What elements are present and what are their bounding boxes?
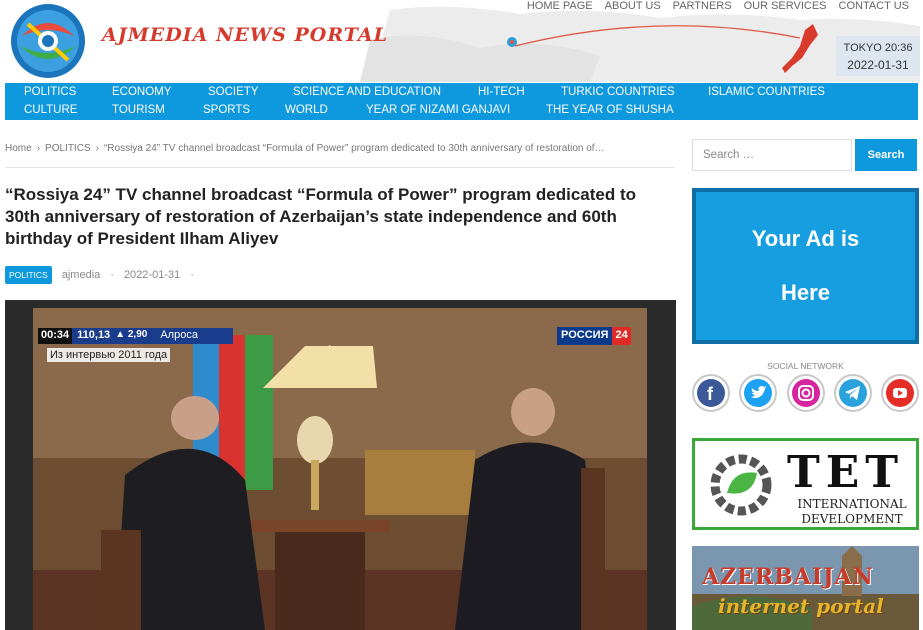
telegram-icon[interactable] xyxy=(833,374,872,412)
site-header: AJMEDIA NEWS PORTAL HOME PAGE ABOUT US P… xyxy=(0,0,923,82)
article-title: “Rossiya 24” TV channel broadcast “Formu… xyxy=(5,185,637,248)
search-input[interactable]: Search … xyxy=(692,139,852,171)
article-author[interactable]: ajmedia xyxy=(62,269,101,281)
nav-politics[interactable]: POLITICS xyxy=(24,86,76,98)
top-nav-partners[interactable]: PARTNERS xyxy=(673,0,732,12)
nav-islamic-countries[interactable]: ISLAMIC COUNTRIES xyxy=(708,86,825,98)
site-title[interactable]: AJMEDIA NEWS PORTAL xyxy=(102,24,388,46)
breadcrumb-separator-icon: › xyxy=(36,143,41,154)
article-date: 2022-01-31 xyxy=(123,269,181,281)
clock-city-time: TOKYO 20:36 xyxy=(843,42,913,54)
article-meta: POLITICS ajmedia · 2022-01-31 · xyxy=(5,266,194,284)
world-clock: TOKYO 20:36 2022-01-31 xyxy=(836,36,920,76)
channel-logo: РОССИЯ 24 xyxy=(557,327,631,345)
channel-name: РОССИЯ xyxy=(557,327,613,345)
video-caption: Из интервью 2011 года xyxy=(47,348,171,362)
breadcrumb: Home › POLITICS › “Rossiya 24” TV channel br… xyxy=(5,143,605,154)
tet-letters: TET xyxy=(787,447,905,498)
twitter-icon[interactable] xyxy=(739,374,778,412)
top-nav-contact[interactable]: CONTACT US xyxy=(839,0,910,12)
tet-banner[interactable]: TET INTERNATIONAL DEVELOPMENT xyxy=(692,438,919,530)
nav-economy[interactable]: ECONOMY xyxy=(112,86,171,98)
azerbaijan-portal-banner[interactable]: AZERBAIJAN internet portal xyxy=(692,546,919,630)
meta-separator: · xyxy=(190,269,194,281)
clock-date: 2022-01-31 xyxy=(847,58,909,72)
nav-sports[interactable]: SPORTS xyxy=(203,104,250,116)
tet-subtitle: INTERNATIONAL DEVELOPMENT xyxy=(790,497,914,527)
top-nav-home[interactable]: HOME PAGE xyxy=(527,0,593,12)
ticker-name: Алроса xyxy=(152,328,233,344)
facebook-icon[interactable]: f xyxy=(692,374,730,412)
nav-year-of-shusha[interactable]: THE YEAR OF SHUSHA xyxy=(546,104,674,116)
site-logo[interactable] xyxy=(8,2,88,80)
world-map-background xyxy=(330,0,923,82)
gear-leaf-icon xyxy=(710,454,772,516)
video-ticker: 00:34 110,13 ▲ 2,90 Алроса xyxy=(38,328,233,344)
ticker-value: 110,13 xyxy=(72,328,116,344)
nav-hi-tech[interactable]: HI-TECH xyxy=(478,86,525,98)
ticker-change: ▲ 2,90 xyxy=(115,328,153,344)
ad-line-1: Your Ad is xyxy=(751,226,860,251)
top-nav-about[interactable]: ABOUT US xyxy=(605,0,661,12)
nav-world[interactable]: WORLD xyxy=(285,104,328,116)
category-badge[interactable]: POLITICS xyxy=(5,266,52,284)
svg-text:f: f xyxy=(707,384,714,404)
nav-turkic-countries[interactable]: TURKIC COUNTRIES xyxy=(561,86,675,98)
top-nav-services[interactable]: OUR SERVICES xyxy=(744,0,827,12)
main-navigation: POLITICS ECONOMY SOCIETY SCIENCE AND EDU… xyxy=(5,83,918,120)
top-navigation: HOME PAGE ABOUT US PARTNERS OUR SERVICES… xyxy=(527,0,909,12)
tet-sub-line-1: INTERNATIONAL xyxy=(797,497,907,511)
az-portal-title: AZERBAIJAN xyxy=(702,564,874,590)
ad-banner[interactable]: Your Ad is Here xyxy=(692,188,919,344)
breadcrumb-category[interactable]: POLITICS xyxy=(45,143,91,154)
nav-year-of-nizami[interactable]: YEAR OF NIZAMI GANJAVI xyxy=(366,104,510,116)
video-time: 00:34 xyxy=(38,328,73,344)
instagram-icon[interactable] xyxy=(786,374,825,412)
ad-line-2: Here xyxy=(781,280,830,305)
social-network-title: SOCIAL NETWORK xyxy=(767,361,844,371)
meta-separator: · xyxy=(110,269,114,281)
social-icons: f xyxy=(692,374,919,412)
tet-sub-line-2: DEVELOPMENT xyxy=(801,512,903,526)
search-button[interactable]: Search xyxy=(855,139,917,171)
nav-tourism[interactable]: TOURISM xyxy=(112,104,165,116)
az-portal-subtitle: internet portal xyxy=(718,594,884,618)
breadcrumb-current: “Rossiya 24” TV channel broadcast “Formu… xyxy=(103,143,605,154)
breadcrumb-home[interactable]: Home xyxy=(5,143,32,154)
nav-science-education[interactable]: SCIENCE AND EDUCATION xyxy=(293,86,441,98)
nav-culture[interactable]: CULTURE xyxy=(24,104,77,116)
breadcrumb-separator-icon: › xyxy=(95,143,99,154)
article-video[interactable]: 00:34 110,13 ▲ 2,90 Алроса Из интервью 2… xyxy=(5,300,676,630)
nav-society[interactable]: SOCIETY xyxy=(208,86,258,98)
divider xyxy=(5,167,675,168)
youtube-icon[interactable] xyxy=(881,374,919,412)
channel-number: 24 xyxy=(612,327,631,345)
